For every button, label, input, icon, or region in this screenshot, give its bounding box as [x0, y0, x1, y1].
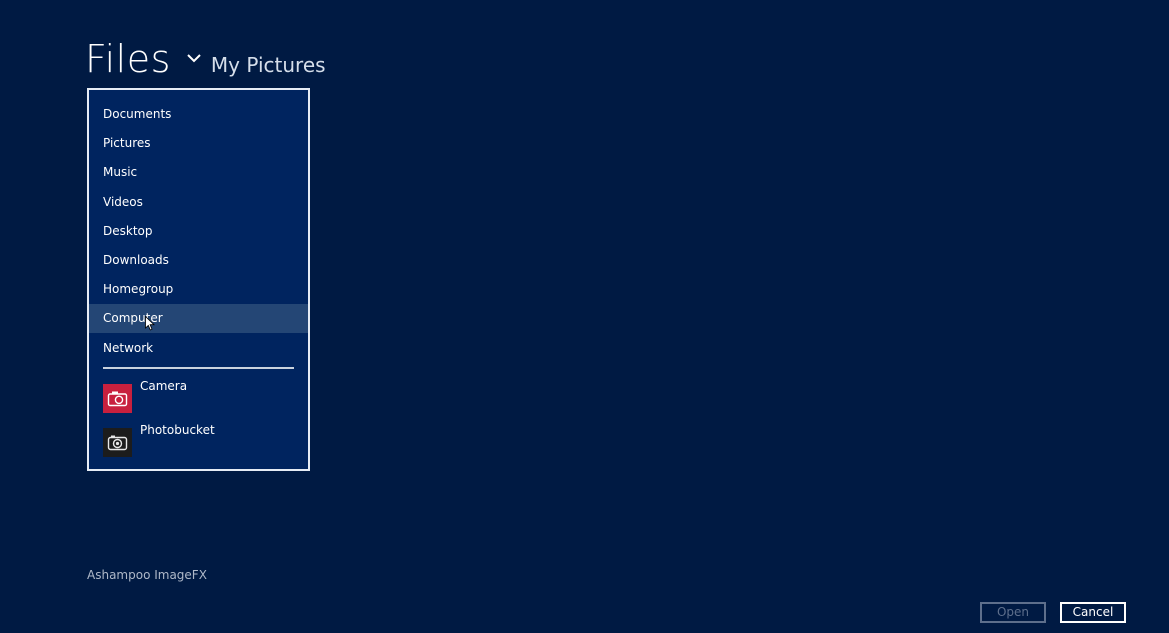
cancel-button[interactable]: Cancel [1060, 602, 1126, 623]
nav-item-computer[interactable]: Computer [89, 304, 308, 333]
camera-icon [103, 384, 132, 413]
chevron-down-icon[interactable] [181, 48, 207, 68]
page-title[interactable]: Files [85, 34, 171, 84]
nav-item-downloads[interactable]: Downloads [89, 246, 308, 275]
location-dropdown: Documents Pictures Music Videos Desktop … [87, 88, 310, 471]
photobucket-icon [103, 428, 132, 457]
app-item-camera[interactable]: Camera [89, 377, 308, 413]
app-name-label: Ashampoo ImageFX [87, 568, 207, 582]
open-button[interactable]: Open [980, 602, 1046, 623]
nav-item-homegroup[interactable]: Homegroup [89, 275, 308, 304]
divider [103, 367, 294, 369]
picker-header: Files My Pictures [85, 34, 326, 84]
nav-item-videos[interactable]: Videos [89, 188, 308, 217]
nav-item-desktop[interactable]: Desktop [89, 217, 308, 246]
nav-item-documents[interactable]: Documents [89, 100, 308, 129]
nav-item-network[interactable]: Network [89, 334, 308, 363]
app-label-photobucket: Photobucket [140, 423, 215, 437]
nav-item-pictures[interactable]: Pictures [89, 129, 308, 158]
app-item-photobucket[interactable]: Photobucket [89, 421, 308, 457]
current-location: My Pictures [210, 53, 326, 77]
app-label-camera: Camera [140, 379, 188, 393]
nav-item-music[interactable]: Music [89, 158, 308, 187]
